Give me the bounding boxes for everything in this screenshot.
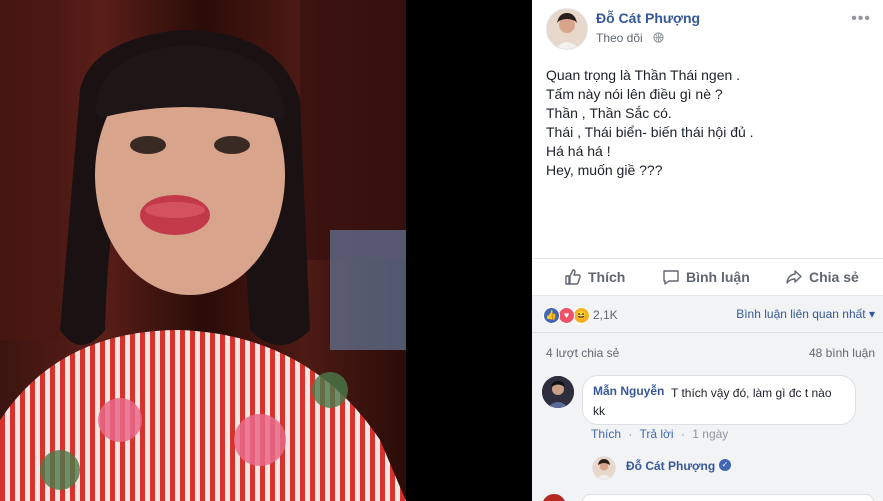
- comment-meta: Thích · Trả lời · 1 ngày: [591, 427, 732, 441]
- comment-button[interactable]: Bình luận: [662, 268, 750, 286]
- follow-button[interactable]: Theo dõi: [596, 31, 643, 45]
- post-text-line: Tấm này nói lên điều gì nè ?: [546, 86, 723, 102]
- post-text-line: Thái , Thái biển- biến thái hội đủ .: [546, 124, 754, 140]
- meta-separator: ·: [680, 427, 685, 441]
- post-text: Quan trọng là Thần Thái ngen . Tấm này n…: [546, 66, 866, 180]
- photo-letterbox: [406, 0, 532, 501]
- post-text-line: Hey, muốn giề ???: [546, 162, 663, 178]
- post-photo[interactable]: [0, 0, 406, 501]
- reactions-row: 👍 ♥ 😆 2,1K Bình luận liên quan nhất ▾: [532, 296, 883, 332]
- reply-author-avatar[interactable]: [592, 456, 616, 480]
- comment-icon: [663, 270, 679, 285]
- comment-like-link[interactable]: Thích: [591, 427, 621, 441]
- share-icon: [786, 270, 802, 284]
- reply-author-name[interactable]: Đỗ Cát Phượng: [626, 459, 715, 473]
- post-text-line: Thần , Thần Sắc có.: [546, 105, 672, 121]
- comment-reply-link[interactable]: Trả lời: [639, 427, 673, 441]
- author-name[interactable]: Đỗ Cát Phượng: [596, 10, 700, 26]
- more-options-icon[interactable]: •••: [851, 10, 871, 28]
- comment-input[interactable]: [582, 494, 874, 501]
- comment-label: Bình luận: [686, 269, 750, 285]
- share-button[interactable]: Chia sẻ: [785, 268, 859, 286]
- share-count[interactable]: 4 lượt chia sẻ: [546, 346, 619, 360]
- comment-sort-dropdown[interactable]: Bình luận liên quan nhất ▾: [736, 307, 875, 321]
- like-reaction-icon[interactable]: 👍: [543, 307, 560, 324]
- share-label: Chia sẻ: [809, 269, 859, 285]
- comment-text: T thích vậy đó, làm gì đc t nào kk: [593, 386, 832, 418]
- meta-separator: ·: [628, 427, 633, 441]
- globe-icon: [653, 32, 664, 46]
- haha-reaction-icon[interactable]: 😆: [573, 307, 590, 324]
- verified-badge-icon: ✓: [719, 459, 731, 471]
- selfie-image: [0, 0, 406, 501]
- like-button[interactable]: Thích: [564, 268, 625, 286]
- like-label: Thích: [588, 269, 626, 285]
- comment-count[interactable]: 48 bình luận: [809, 346, 875, 360]
- comments-list: Mẫn Nguyễn T thích vậy đó, làm gì đc t n…: [532, 370, 883, 501]
- post-header: Đỗ Cát Phượng Theo dõi •••: [532, 0, 883, 60]
- post-text-line: Quan trọng là Thần Thái ngen .: [546, 67, 741, 83]
- engagement-stats: 4 lượt chia sẻ 48 bình luận: [532, 332, 883, 371]
- post-actions-bar: Thích Bình luận Chia sẻ: [532, 258, 883, 296]
- author-avatar[interactable]: [546, 8, 588, 50]
- post-text-line: Há há há !: [546, 143, 611, 159]
- comment-time[interactable]: 1 ngày: [692, 427, 728, 441]
- post-sidebar: Đỗ Cát Phượng Theo dõi ••• Quan trọng là…: [532, 0, 883, 501]
- love-reaction-icon[interactable]: ♥: [558, 307, 575, 324]
- commenter-avatar[interactable]: [542, 376, 574, 408]
- reaction-count[interactable]: 2,1K: [593, 308, 618, 322]
- thumbs-up-icon: [565, 269, 581, 285]
- comment-bubble: Mẫn Nguyễn T thích vậy đó, làm gì đc t n…: [582, 375, 856, 425]
- current-user-avatar: [542, 494, 566, 501]
